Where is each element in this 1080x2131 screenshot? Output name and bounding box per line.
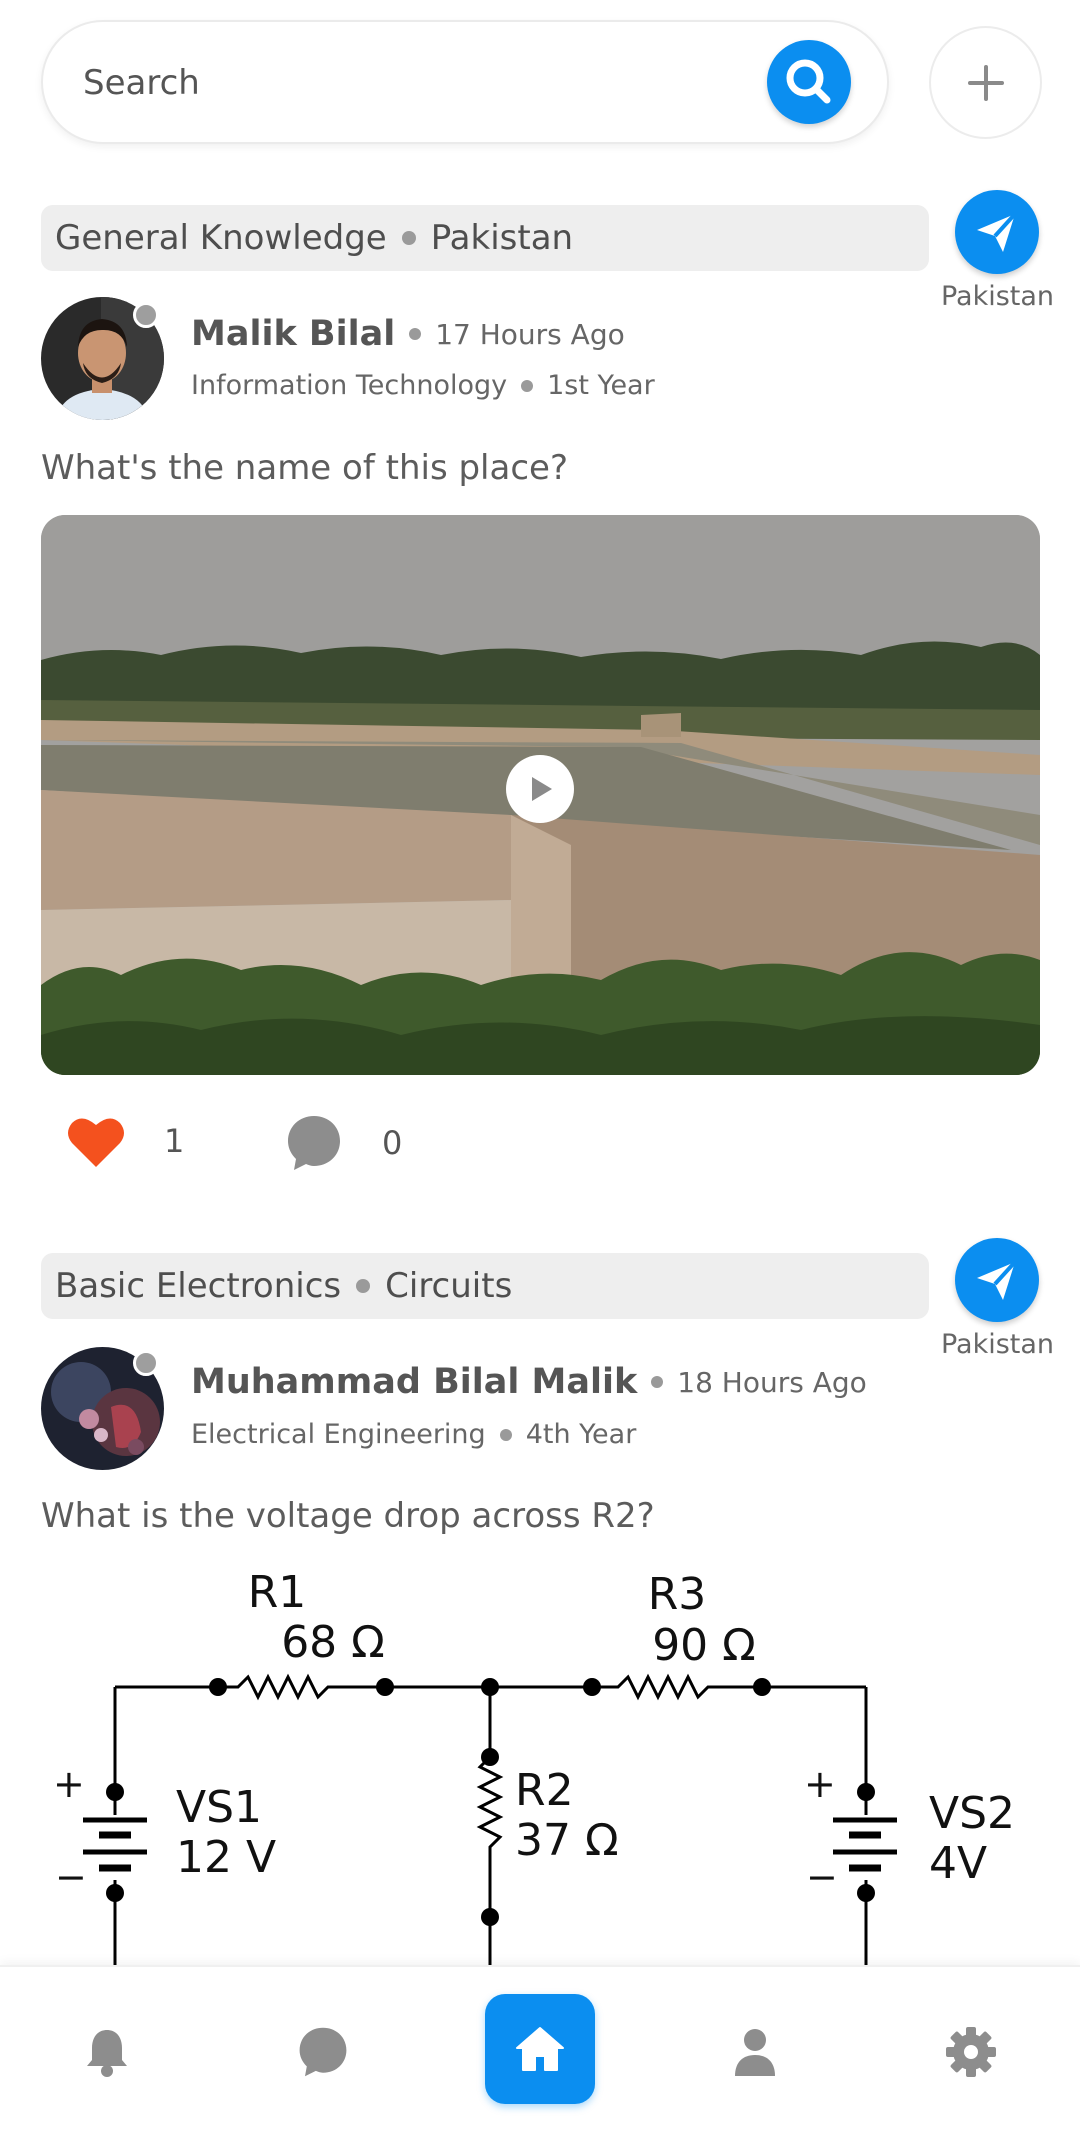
author-department: Electrical Engineering bbox=[191, 1419, 486, 1450]
nav-home[interactable] bbox=[485, 1994, 595, 2104]
post-image[interactable]: R1 68 Ω R3 90 Ω R2 37 Ω VS1 12 V VS2 4V … bbox=[41, 1560, 1040, 1965]
post-question: What's the name of this place? bbox=[41, 448, 568, 488]
author-meta: Electrical Engineering 4th Year bbox=[191, 1419, 636, 1450]
author-name[interactable]: Muhammad Bilal Malik bbox=[191, 1362, 637, 1402]
vs1-plus-label: + bbox=[53, 1762, 85, 1806]
post-author-line: Muhammad Bilal Malik 18 Hours Ago bbox=[191, 1362, 867, 1402]
bell-icon bbox=[87, 2030, 127, 2077]
separator-dot bbox=[409, 328, 422, 340]
separator-dot bbox=[521, 379, 534, 392]
heart-icon bbox=[68, 1118, 124, 1167]
comment-count: 0 bbox=[382, 1124, 403, 1162]
post-author-line: Malik Bilal 17 Hours Ago bbox=[191, 314, 625, 354]
circuit-diagram: R1 68 Ω R3 90 Ω R2 37 Ω VS1 12 V VS2 4V … bbox=[53, 1567, 1015, 1965]
r1-name-label: R1 bbox=[248, 1567, 307, 1618]
vs2-value-label: 4V bbox=[929, 1838, 987, 1889]
author-year: 1st Year bbox=[547, 370, 655, 401]
home-icon bbox=[516, 2027, 564, 2071]
post-video[interactable] bbox=[41, 515, 1040, 1075]
vs2-name-label: VS2 bbox=[929, 1788, 1015, 1839]
author-meta: Information Technology 1st Year bbox=[191, 370, 655, 401]
online-status-dot bbox=[133, 1350, 159, 1376]
nav-notifications[interactable] bbox=[52, 1997, 162, 2107]
r2-name-label: R2 bbox=[515, 1765, 574, 1816]
post-subject: Basic Electronics bbox=[55, 1266, 342, 1306]
separator-dot bbox=[401, 231, 416, 245]
vs1-name-label: VS1 bbox=[176, 1782, 262, 1833]
author-department: Information Technology bbox=[191, 370, 508, 401]
plus-icon bbox=[967, 64, 1004, 101]
like-count: 1 bbox=[164, 1122, 185, 1160]
nav-settings[interactable] bbox=[916, 1997, 1026, 2107]
like-reaction[interactable]: 1 bbox=[66, 1113, 184, 1169]
comment-icon bbox=[288, 1116, 340, 1170]
r3-value-label: 90 Ω bbox=[652, 1620, 756, 1671]
separator-dot bbox=[356, 1279, 371, 1293]
post-topic: Pakistan bbox=[430, 218, 574, 258]
post-topic-bar[interactable]: Basic Electronics Circuits bbox=[41, 1253, 929, 1319]
post-topic-bar[interactable]: General Knowledge Pakistan bbox=[41, 205, 929, 271]
feed-screen: General Knowledge Pakistan Pakistan bbox=[0, 0, 1080, 2131]
vs1-value-label: 12 V bbox=[176, 1832, 276, 1883]
post-time: 18 Hours Ago bbox=[677, 1365, 867, 1399]
play-button[interactable] bbox=[506, 755, 574, 823]
play-icon bbox=[532, 777, 552, 801]
send-icon bbox=[977, 1260, 1017, 1300]
gear-icon bbox=[946, 2027, 996, 2077]
nav-messages[interactable] bbox=[268, 1997, 378, 2107]
post-subject: General Knowledge bbox=[55, 218, 387, 258]
nav-profile[interactable] bbox=[700, 1997, 810, 2107]
r1-value-label: 68 Ω bbox=[281, 1617, 385, 1668]
share-label: Pakistan bbox=[940, 1329, 1055, 1360]
share-button[interactable] bbox=[955, 190, 1039, 274]
vs1-minus-label: − bbox=[55, 1855, 87, 1899]
chat-icon bbox=[299, 2027, 347, 2077]
vs2-plus-label: + bbox=[804, 1762, 836, 1806]
search-input[interactable] bbox=[83, 58, 723, 108]
separator-dot bbox=[499, 1428, 512, 1441]
search-bar[interactable] bbox=[41, 20, 889, 144]
r2-value-label: 37 Ω bbox=[515, 1815, 619, 1866]
author-year: 4th Year bbox=[525, 1419, 637, 1450]
online-status-dot bbox=[133, 302, 159, 328]
share-button[interactable] bbox=[955, 1238, 1039, 1322]
post-question: What is the voltage drop across R2? bbox=[41, 1496, 655, 1536]
separator-dot bbox=[651, 1376, 664, 1388]
share-label: Pakistan bbox=[940, 281, 1055, 312]
add-post-button[interactable] bbox=[929, 26, 1042, 139]
post-topic: Circuits bbox=[385, 1266, 513, 1306]
r3-name-label: R3 bbox=[648, 1569, 707, 1620]
vs2-minus-label: − bbox=[806, 1855, 838, 1899]
author-name[interactable]: Malik Bilal bbox=[191, 314, 395, 354]
search-icon bbox=[786, 59, 831, 104]
bottom-navigation bbox=[0, 1965, 1080, 2131]
post-time: 17 Hours Ago bbox=[435, 317, 625, 351]
send-icon bbox=[977, 212, 1017, 252]
user-icon bbox=[735, 2029, 775, 2076]
search-button[interactable] bbox=[767, 40, 851, 124]
comment-reaction[interactable]: 0 bbox=[284, 1113, 402, 1173]
